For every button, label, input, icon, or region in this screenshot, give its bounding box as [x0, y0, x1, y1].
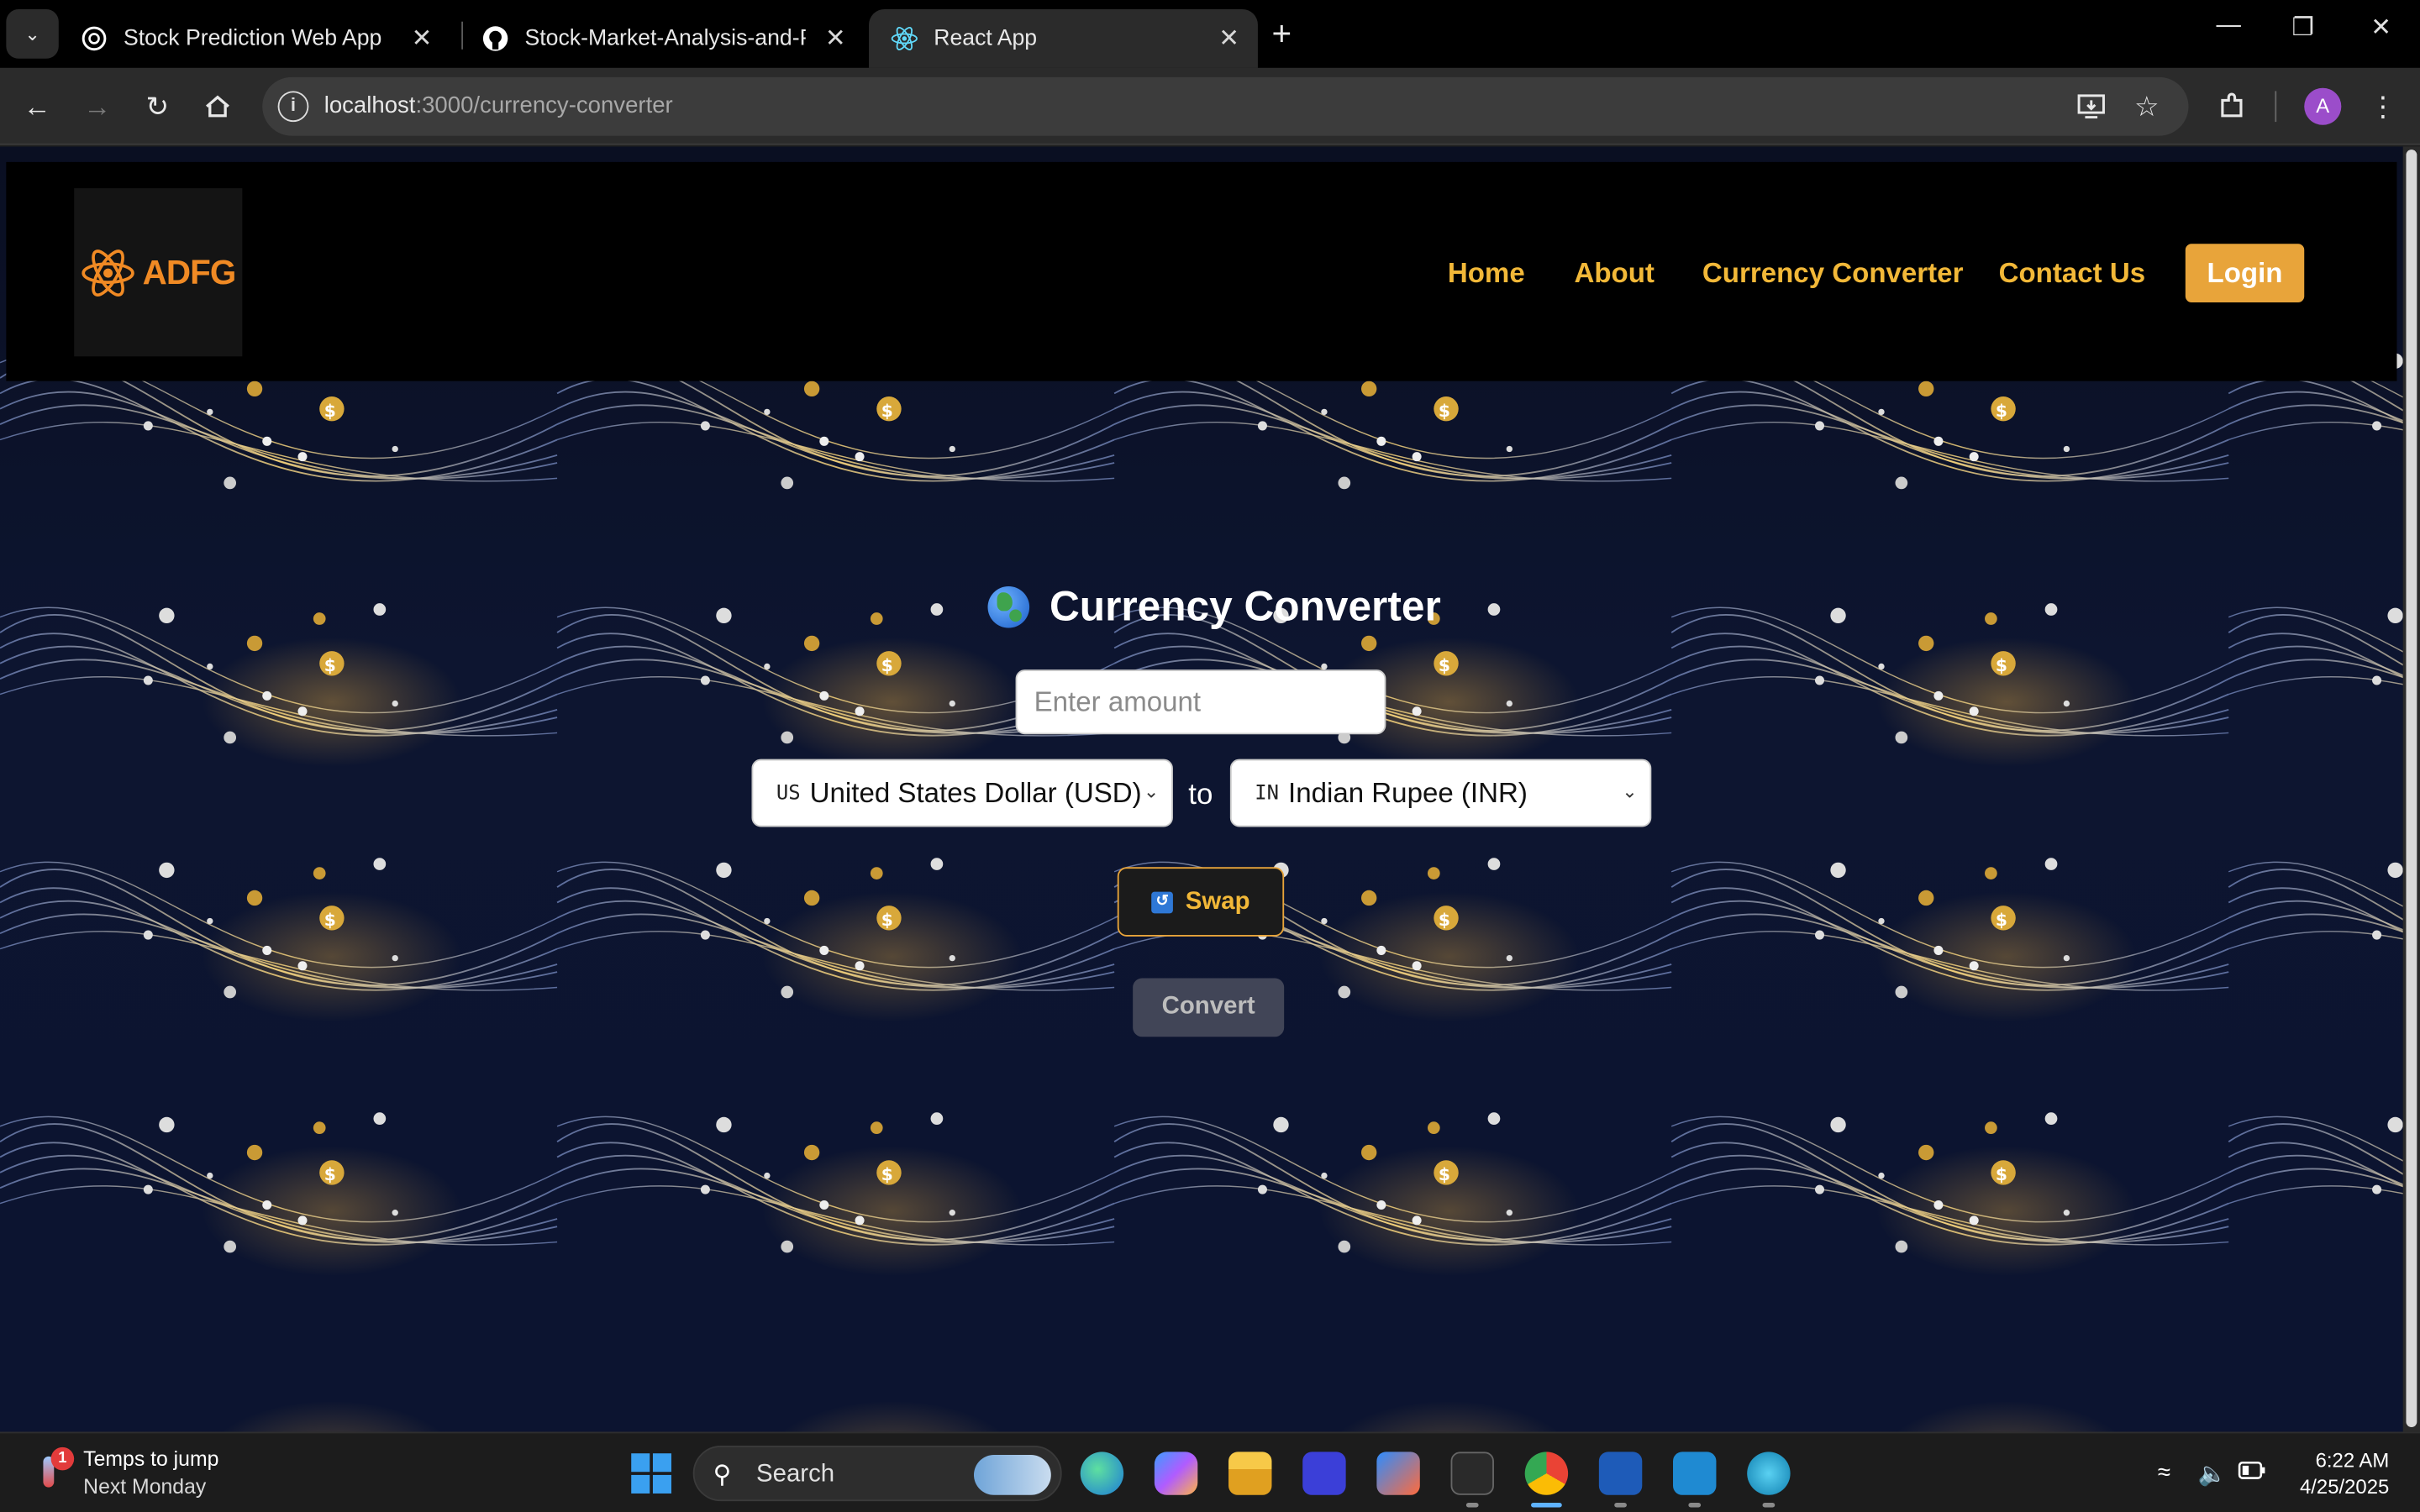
battery-icon[interactable]	[2238, 1460, 2265, 1486]
word-icon[interactable]	[1598, 1452, 1643, 1495]
extensions-puzzle-icon[interactable]	[2212, 87, 2252, 127]
new-tab-plus-icon[interactable]: +	[1271, 14, 1292, 55]
nav-about[interactable]: About	[1574, 258, 1654, 291]
to-flag-code: IN	[1255, 781, 1280, 805]
more-menu-icon[interactable]: ⋮	[2363, 87, 2403, 127]
tab-react-app[interactable]: React App ✕	[869, 9, 1258, 68]
system-clock[interactable]: 6:22 AM 4/25/2025	[2293, 1447, 2389, 1499]
react-icon	[891, 24, 918, 52]
tab-title: Stock Prediction Web App	[123, 26, 382, 51]
browser-toolbar: ← → ↻ i localhost:3000/currency-converte…	[0, 67, 2420, 145]
swap-label: Swap	[1185, 888, 1250, 915]
running-indicator	[1465, 1502, 1479, 1508]
terminal-icon[interactable]	[1450, 1452, 1494, 1495]
chrome-icon[interactable]	[1524, 1452, 1569, 1495]
volume-icon[interactable]: 🔈	[2198, 1460, 2227, 1487]
edge-icon[interactable]	[1080, 1452, 1124, 1495]
login-button[interactable]: Login	[2185, 244, 2305, 303]
back-arrow-icon[interactable]: ←	[17, 87, 57, 127]
microsoft-store-icon[interactable]	[1376, 1452, 1420, 1495]
url-path: :3000/currency-converter	[415, 92, 673, 119]
close-tab-icon[interactable]: ✕	[825, 24, 846, 55]
site-logo[interactable]: ADFG	[74, 188, 243, 357]
url-host: localhost	[324, 92, 416, 119]
install-app-icon[interactable]	[2071, 87, 2112, 127]
restore-icon[interactable]: ❐	[2292, 13, 2314, 44]
to-label: to	[1188, 779, 1213, 812]
copilot-icon[interactable]	[1154, 1452, 1198, 1495]
thermometer-icon: 1	[31, 1446, 75, 1497]
nav-contact-us[interactable]: Contact Us	[1999, 258, 2146, 291]
chevron-down-icon: ⌄	[1143, 780, 1160, 803]
globe-icon	[987, 585, 1030, 628]
weather-widget[interactable]: 1 Temps to jump Next Monday	[31, 1446, 218, 1501]
nav-home[interactable]: Home	[1448, 258, 1525, 291]
address-bar[interactable]: i localhost:3000/currency-converter ☆	[262, 76, 2189, 136]
site-info-icon[interactable]: i	[277, 91, 309, 123]
chevron-down-icon: ⌄	[1622, 780, 1638, 803]
running-indicator	[1688, 1502, 1702, 1508]
swap-button[interactable]: ↺ Swap	[1117, 867, 1285, 937]
converter-title: Currency Converter	[987, 583, 1441, 631]
search-icon: ⚲	[713, 1462, 732, 1489]
running-indicator	[1762, 1502, 1776, 1508]
converter-title-text: Currency Converter	[1049, 583, 1441, 630]
tab-github-repo[interactable]: Stock-Market-Analysis-and-Pre ✕	[460, 9, 864, 68]
scrollbar-thumb[interactable]	[2406, 150, 2417, 1427]
vscode-icon[interactable]	[1673, 1452, 1717, 1495]
close-tab-icon[interactable]: ✕	[412, 24, 433, 55]
search-highlight-image	[973, 1455, 1051, 1495]
from-currency-label: United States Dollar (USD)	[809, 776, 1142, 808]
tab-title: React App	[934, 26, 1038, 51]
to-currency-label: Indian Rupee (INR)	[1288, 776, 1528, 808]
weather-title: Temps to jump	[83, 1446, 219, 1471]
convert-button[interactable]: Convert	[1133, 978, 1285, 1037]
app-icon[interactable]	[1747, 1452, 1791, 1495]
tab-stock-prediction[interactable]: Stock Prediction Web App ✕	[59, 9, 451, 68]
weather-text: Temps to jump Next Monday	[83, 1446, 218, 1501]
forward-arrow-icon[interactable]: →	[77, 87, 118, 127]
nav-currency-converter[interactable]: Currency Converter	[1702, 258, 1964, 291]
taskbar-search[interactable]: ⚲ Search	[692, 1446, 1062, 1502]
page-background: $ ADFG	[0, 146, 2403, 1432]
tab-search-chevron-icon[interactable]: ⌄	[6, 9, 59, 59]
from-flag-code: US	[776, 781, 801, 805]
bookmark-star-icon[interactable]: ☆	[2127, 87, 2167, 127]
visual-studio-icon[interactable]	[1302, 1452, 1346, 1495]
close-tab-icon[interactable]: ✕	[1218, 24, 1239, 55]
swap-arrows-icon: ↺	[1151, 890, 1174, 913]
notification-badge: 1	[50, 1446, 75, 1471]
close-window-icon[interactable]: ✕	[2370, 13, 2391, 44]
atom-logo-icon	[82, 249, 135, 297]
active-app-indicator	[1531, 1502, 1562, 1508]
logo-text: ADFG	[142, 252, 237, 291]
weather-subtitle: Next Monday	[83, 1474, 207, 1499]
to-currency-select[interactable]: IN Indian Rupee (INR) ⌄	[1229, 759, 1652, 827]
url-text[interactable]: localhost:3000/currency-converter	[324, 92, 673, 118]
clock-time: 6:22 AM	[2315, 1448, 2390, 1473]
from-currency-select[interactable]: US United States Dollar (USD) ⌄	[751, 759, 1173, 827]
minimize-icon[interactable]: —	[2217, 13, 2241, 40]
clock-date: 4/25/2025	[2300, 1474, 2390, 1499]
wifi-icon[interactable]: ≈	[2158, 1460, 2170, 1486]
windows-start-icon[interactable]	[631, 1453, 671, 1494]
windows-taskbar: 1 Temps to jump Next Monday ⚲ Search ≈ 🔈…	[0, 1431, 2420, 1512]
home-icon[interactable]	[197, 87, 238, 127]
page-scrollbar[interactable]	[2402, 146, 2420, 1432]
profile-avatar[interactable]: A	[2304, 87, 2342, 125]
running-indicator	[1614, 1502, 1627, 1508]
browser-tab-bar: ⌄ Stock Prediction Web App ✕ Stock-Marke…	[0, 0, 2420, 68]
search-label: Search	[756, 1461, 835, 1488]
screen: ⌄ Stock Prediction Web App ✕ Stock-Marke…	[0, 0, 2420, 1512]
amount-input[interactable]	[1015, 669, 1386, 735]
tab-title: Stock-Market-Analysis-and-Pre	[524, 26, 806, 51]
github-icon	[481, 24, 509, 52]
toolbar-divider	[2275, 91, 2277, 123]
openai-icon	[81, 24, 108, 52]
reload-icon[interactable]: ↻	[137, 87, 177, 127]
site-header: ADFG Home About Currency Converter Conta…	[6, 161, 2397, 381]
file-explorer-icon[interactable]	[1228, 1452, 1272, 1495]
